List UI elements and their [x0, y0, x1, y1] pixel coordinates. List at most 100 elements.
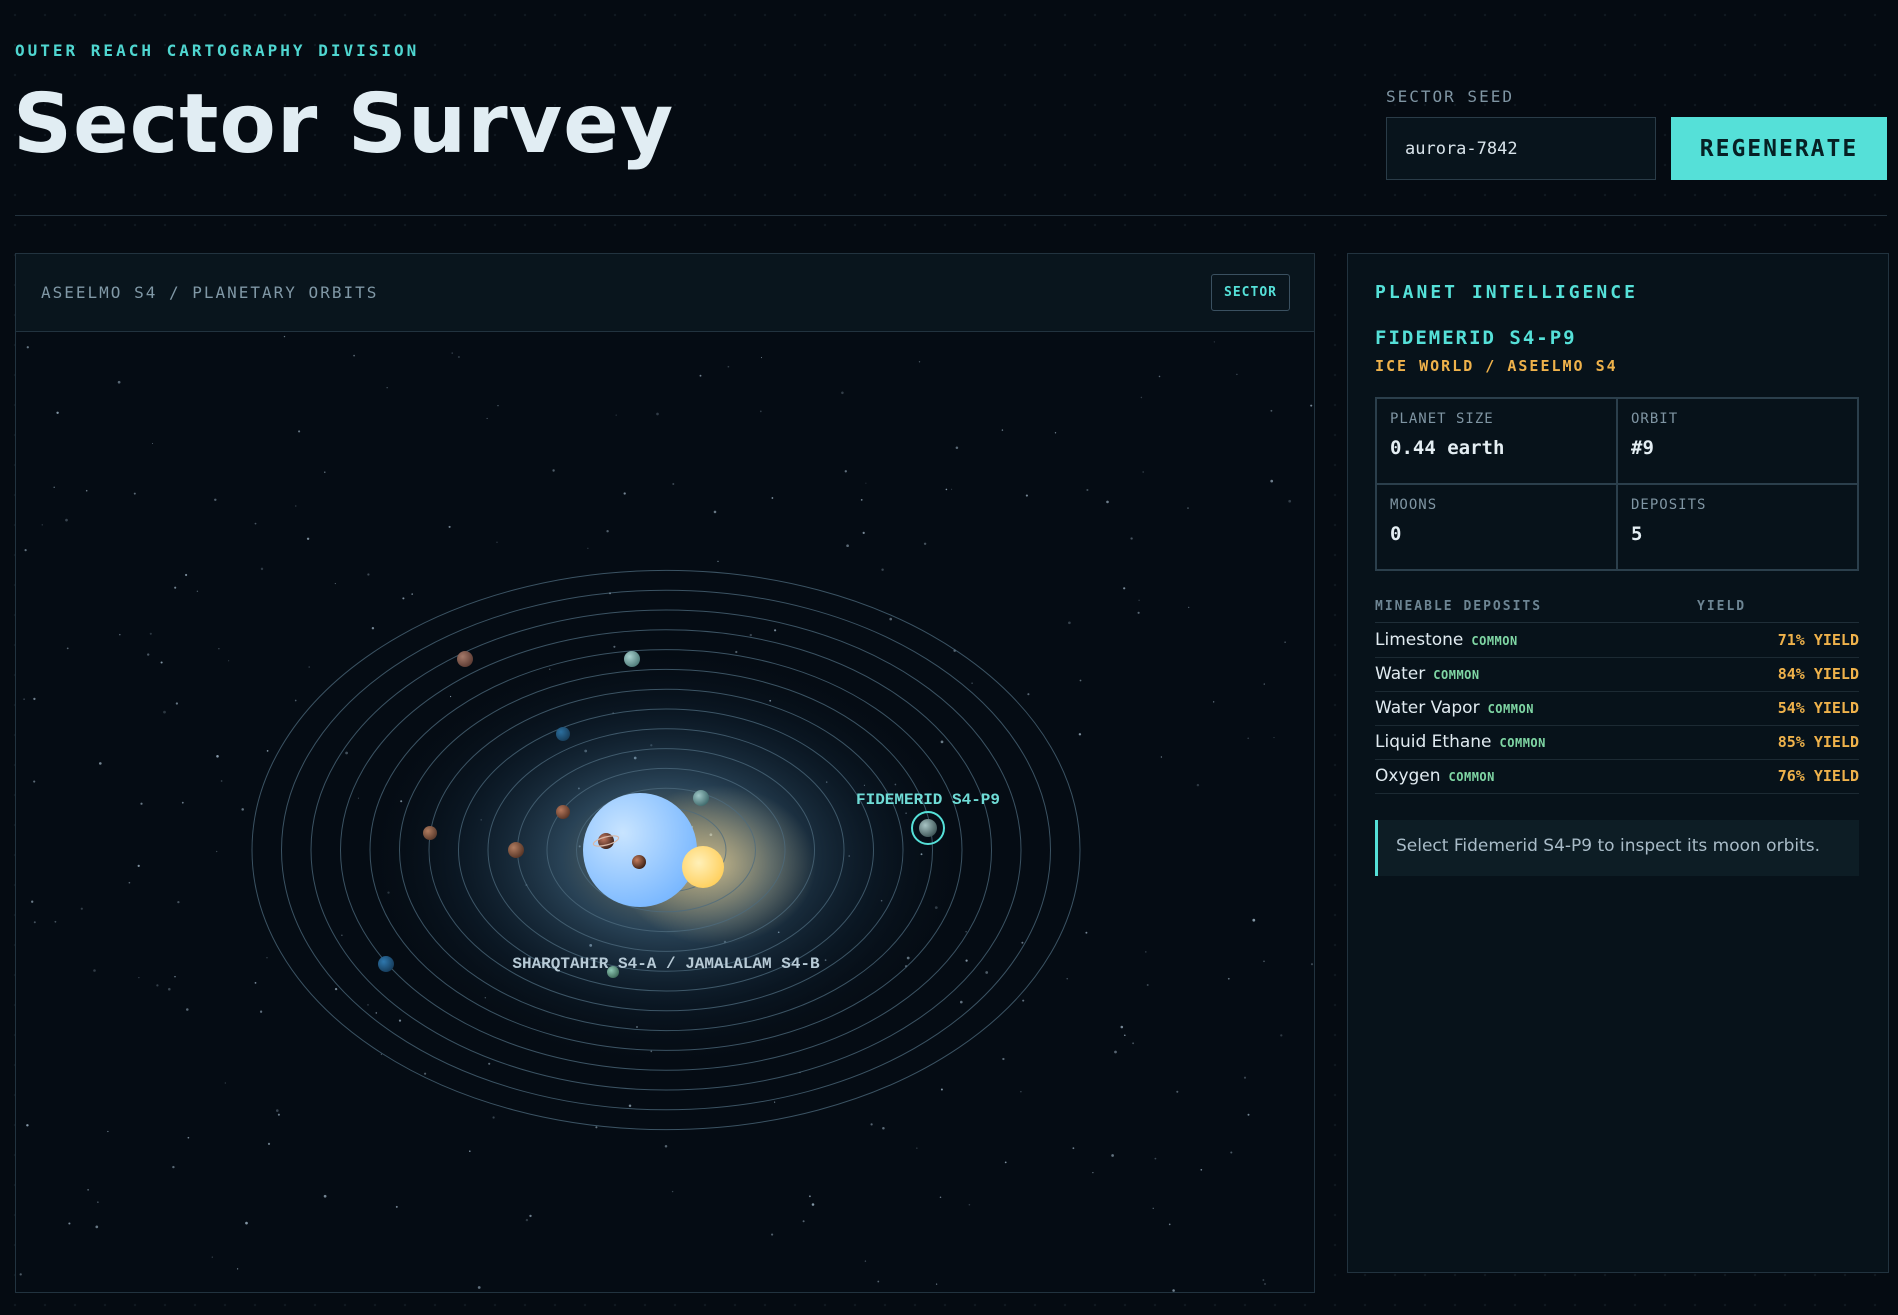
deposit-yield: 71% YIELD	[1777, 631, 1859, 649]
stat-moons: MOONS 0	[1376, 484, 1617, 570]
planet-icon[interactable]	[457, 651, 473, 667]
background-star	[53, 486, 55, 489]
background-star	[448, 525, 451, 528]
background-star	[935, 1283, 938, 1285]
planet-icon[interactable]	[423, 826, 437, 840]
background-star	[147, 653, 150, 656]
background-star	[1138, 599, 1140, 602]
background-star	[864, 1260, 867, 1262]
background-star	[156, 984, 159, 987]
background-star	[241, 808, 244, 811]
sector-seed-label: SECTOR SEED	[1386, 87, 1514, 106]
orbit-map[interactable]: FIDEMERID S4-P9 SHARQTAHIR S4-A / JAMALA…	[16, 332, 1314, 1292]
background-star	[735, 650, 738, 654]
page-title: Sector Survey	[13, 77, 675, 172]
background-star	[477, 1286, 481, 1289]
background-star	[277, 1113, 280, 1116]
background-star	[1284, 641, 1286, 643]
background-star	[811, 1203, 815, 1206]
background-star	[774, 1101, 776, 1103]
background-star	[353, 354, 355, 357]
background-star	[672, 483, 675, 485]
deposit-name: Water Vapor	[1375, 698, 1480, 718]
background-star	[295, 505, 297, 507]
background-star	[846, 544, 849, 548]
background-star	[1160, 756, 1163, 758]
deposit-name: Water	[1375, 664, 1426, 684]
background-star	[160, 661, 163, 664]
background-star	[395, 1205, 398, 1208]
background-star	[865, 482, 867, 484]
background-star	[1137, 611, 1140, 614]
background-star	[595, 1126, 598, 1129]
deposit-row: Oxygen COMMON 76% YIELD	[1375, 760, 1859, 794]
deposit-rarity: COMMON	[1433, 668, 1480, 682]
background-star	[1270, 409, 1273, 412]
background-star	[308, 666, 310, 668]
background-star	[85, 489, 88, 492]
planet-icon[interactable]	[919, 819, 937, 837]
sector-seed-input[interactable]	[1386, 117, 1656, 180]
sector-button[interactable]: SECTOR	[1211, 274, 1290, 311]
deposits-table-header: MINEABLE DEPOSITS YIELD	[1375, 599, 1859, 623]
planet-icon[interactable]	[632, 855, 646, 869]
background-star	[808, 1195, 811, 1198]
background-star	[916, 1147, 918, 1149]
planet-icon[interactable]	[556, 805, 570, 819]
planet-icon[interactable]	[624, 651, 640, 667]
background-star	[260, 567, 264, 571]
background-star	[31, 900, 34, 903]
background-star	[294, 699, 297, 702]
background-star	[968, 1203, 971, 1206]
background-star	[606, 529, 609, 533]
planet-icon[interactable]	[378, 956, 394, 972]
planet-icon[interactable]	[693, 790, 709, 806]
background-star	[1200, 1168, 1203, 1171]
background-star	[1288, 499, 1292, 503]
background-star	[881, 568, 884, 571]
background-star	[1310, 404, 1313, 407]
secondary-star[interactable]	[682, 846, 724, 888]
background-star	[19, 1273, 22, 1276]
planet-type: ICE WORLD / ASEELMO S4	[1375, 357, 1618, 375]
background-star	[457, 355, 460, 359]
background-star	[771, 1233, 774, 1236]
regenerate-button[interactable]: REGENERATE	[1671, 117, 1887, 180]
deposit-name: Limestone	[1375, 630, 1464, 650]
deposit-row: Liquid Ethane COMMON 85% YIELD	[1375, 726, 1859, 760]
background-star	[1252, 918, 1256, 922]
background-star	[613, 645, 616, 648]
background-star	[955, 446, 959, 450]
background-star	[323, 1194, 327, 1198]
planet-icon[interactable]	[556, 727, 570, 741]
background-star	[1227, 977, 1230, 980]
planet-icon[interactable]	[508, 842, 524, 858]
stat-label: ORBIT	[1631, 411, 1679, 427]
background-star	[137, 864, 140, 868]
background-star	[1140, 396, 1143, 399]
background-star	[717, 560, 719, 563]
background-star	[965, 959, 968, 962]
background-star	[172, 1165, 175, 1169]
background-star	[1072, 1147, 1075, 1150]
background-star	[1111, 1154, 1114, 1157]
background-star	[175, 702, 179, 705]
background-star	[26, 346, 29, 349]
background-star	[671, 1190, 674, 1193]
background-star	[1188, 606, 1190, 609]
primary-star[interactable]	[583, 793, 697, 907]
background-star	[469, 1150, 471, 1152]
background-star	[870, 1123, 873, 1126]
deposit-rarity: COMMON	[1499, 736, 1546, 750]
background-star	[54, 920, 57, 923]
background-star	[1025, 494, 1028, 497]
background-star	[1120, 1025, 1124, 1029]
background-star	[1027, 693, 1030, 696]
background-star	[1132, 1042, 1134, 1045]
deposit-row: Water COMMON 84% YIELD	[1375, 658, 1859, 692]
background-star	[1123, 587, 1126, 590]
deposit-rarity: COMMON	[1471, 634, 1518, 648]
background-star	[334, 583, 336, 585]
background-star	[266, 750, 269, 752]
map-panel-header: ASEELMO S4 / PLANETARY ORBITS SECTOR	[16, 254, 1314, 332]
